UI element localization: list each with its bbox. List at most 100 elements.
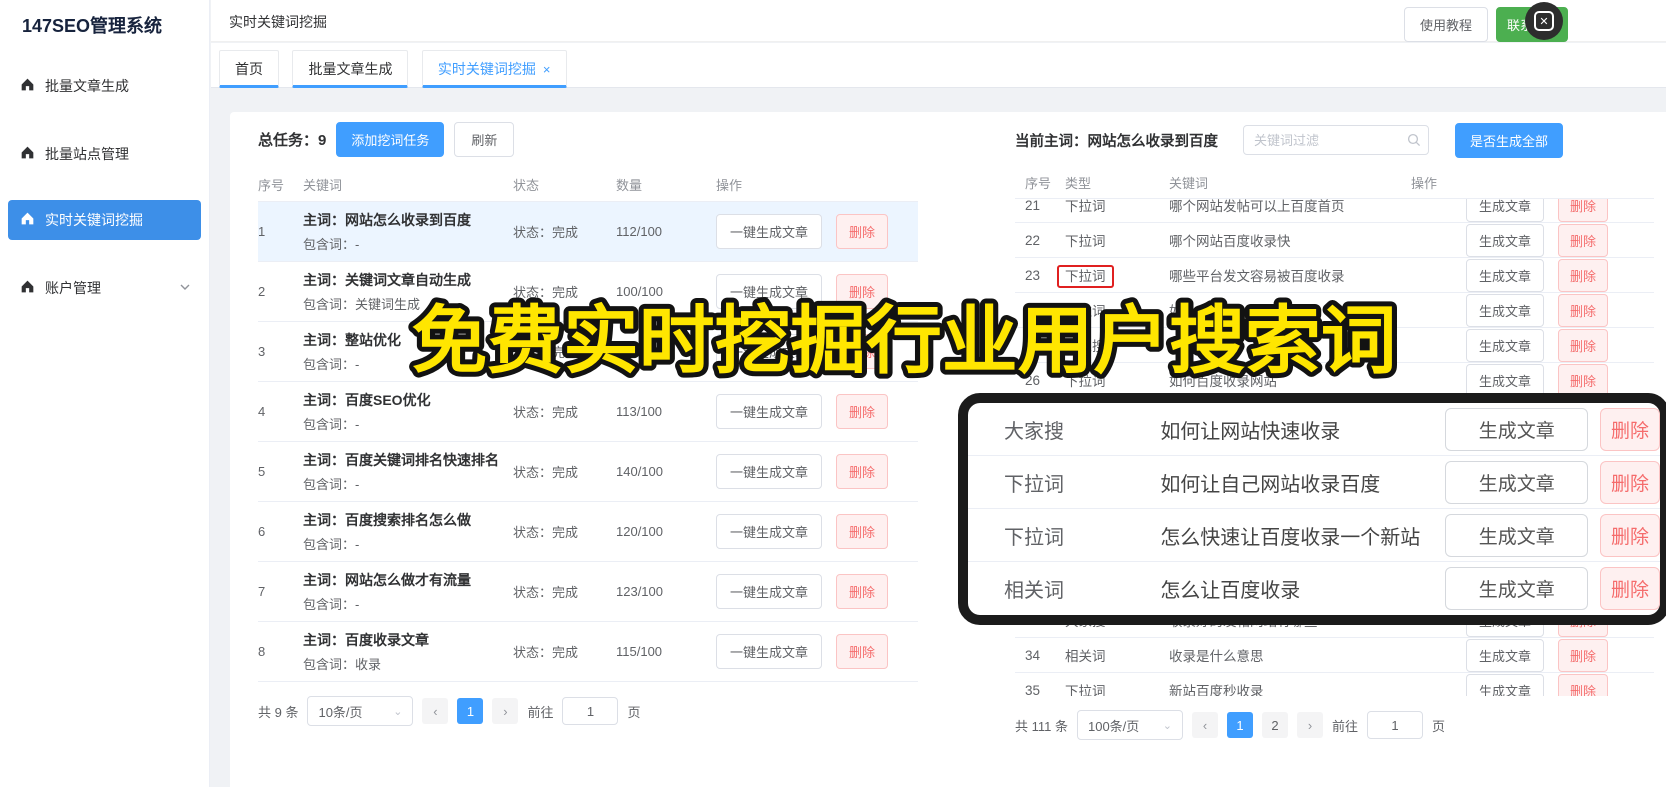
refresh-button[interactable]: 刷新 (454, 121, 515, 157)
delete-button[interactable]: 删除 (836, 394, 889, 429)
page-size-select[interactable]: 10条/页 ⌄ (307, 696, 414, 726)
delete-button[interactable]: 删除 (836, 514, 889, 549)
goto-label: 前往 (527, 704, 554, 720)
floating-widget-icon[interactable]: ✕ (1525, 2, 1563, 40)
add-task-button[interactable]: 添加挖词任务 (336, 121, 445, 157)
generate-articles-button[interactable]: 一键生成文章 (716, 334, 823, 369)
sidebar-item-account[interactable]: 账户管理 (8, 268, 201, 308)
topbar: 实时关键词挖掘 使用教程 联系 (211, 0, 1666, 42)
delete-button: 删除 (1599, 407, 1660, 451)
delete-button[interactable]: 删除 (1557, 293, 1608, 327)
generate-article-button: 生成文章 (1445, 407, 1588, 451)
delete-button: 删除 (1599, 460, 1660, 504)
generate-articles-button[interactable]: 一键生成文章 (716, 274, 823, 309)
goto-page-input[interactable] (562, 697, 619, 725)
task-pagination: 共 9 条 10条/页 ⌄ ‹ 1 › 前往 页 (258, 696, 918, 726)
keyword-filter-input[interactable] (1243, 125, 1429, 155)
tab-close-icon[interactable]: × (543, 62, 551, 77)
sidebar-item-label: 批量文章生成 (45, 78, 129, 94)
delete-button[interactable]: 删除 (1557, 673, 1608, 696)
goto-page-input[interactable] (1367, 711, 1423, 739)
total-count: 共 111 条 (1015, 718, 1068, 734)
inset-row: 相关词 怎么让百度收录 生成文章 删除 (968, 562, 1660, 615)
table-row[interactable]: 5 主词：百度关键词排名快速排名 包含词：- 状态：完成 140/100 一键生成… (258, 442, 918, 502)
delete-button[interactable]: 删除 (1557, 223, 1608, 257)
table-row[interactable]: 8 主词：百度收录文章 包含词：收录 状态：完成 115/100 一键生成文章 删除 (258, 622, 918, 682)
delete-button[interactable]: 删除 (836, 214, 889, 249)
generate-articles-button[interactable]: 一键生成文章 (716, 634, 823, 669)
generate-article-button[interactable]: 生成文章 (1465, 328, 1544, 362)
tab-keyword-mining[interactable]: 实时关键词挖掘 × (421, 50, 567, 88)
tab-home[interactable]: 首页 (219, 50, 279, 88)
table-row[interactable]: 24 下拉词 如 生成文章 删除 (1015, 293, 1654, 328)
keyword-text: 怎么快速让百度收录一个新站 (1160, 526, 1421, 549)
generate-articles-button[interactable]: 一键生成文章 (716, 574, 823, 609)
generate-article-button[interactable]: 生成文章 (1465, 258, 1544, 292)
generate-article-button[interactable]: 生成文章 (1465, 638, 1544, 672)
table-row[interactable]: 25 大家搜 生成文章 删除 (1015, 328, 1654, 363)
prev-page-button[interactable]: ‹ (422, 698, 449, 724)
page-button-2[interactable]: 2 (1261, 712, 1288, 738)
delete-button[interactable]: 删除 (1557, 363, 1608, 397)
page-size-select[interactable]: 100条/页 ⌄ (1076, 710, 1183, 740)
generate-articles-button[interactable]: 一键生成文章 (716, 214, 823, 249)
delete-button[interactable]: 删除 (836, 274, 889, 309)
delete-button[interactable]: 删除 (836, 454, 889, 489)
task-main-word: 主词：网站怎么做才有流量 (303, 572, 471, 588)
task-main-word: 主词：百度收录文章 (303, 632, 429, 648)
prev-page-button[interactable]: ‹ (1191, 712, 1218, 738)
sidebar-item-article-batch[interactable]: 批量文章生成 (8, 66, 201, 106)
task-qty: 123/100 (616, 584, 663, 599)
page-button-1[interactable]: 1 (1226, 712, 1253, 738)
generate-article-button[interactable]: 生成文章 (1465, 293, 1544, 327)
page-button-1[interactable]: 1 (457, 698, 484, 724)
generate-all-button[interactable]: 是否生成全部 (1455, 122, 1564, 158)
generate-articles-button[interactable]: 一键生成文章 (716, 514, 823, 549)
generate-article-button[interactable]: 生成文章 (1465, 199, 1544, 222)
table-row[interactable]: 7 主词：网站怎么做才有流量 包含词：- 状态：完成 123/100 一键生成文章… (258, 562, 918, 622)
delete-button[interactable]: 删除 (1557, 638, 1608, 672)
clipped-row-wrap: 21 下拉词 哪个网站发帖可以上百度首页 生成文章 删除 (1015, 199, 1654, 223)
generate-article-button[interactable]: 生成文章 (1465, 223, 1544, 257)
keyword-type: 下拉词 (1004, 473, 1064, 496)
delete-button[interactable]: 删除 (1557, 258, 1608, 292)
sidebar-item-site-batch[interactable]: 批量站点管理 (8, 134, 201, 174)
next-page-button[interactable]: › (492, 698, 519, 724)
home-icon (20, 211, 35, 229)
table-row[interactable]: 35 下拉词 新站百度秒收录 生成文章 删除 (1015, 673, 1654, 696)
delete-button: 删除 (1599, 567, 1660, 610)
table-row[interactable]: 6 主词：百度搜索排名怎么做 包含词：- 状态：完成 120/100 一键生成文章… (258, 502, 918, 562)
table-row[interactable]: 21 下拉词 哪个网站发帖可以上百度首页 生成文章 删除 (1015, 199, 1654, 223)
table-row[interactable]: 22 下拉词 哪个网站百度收录快 生成文章 删除 (1015, 223, 1654, 258)
task-include-word: 包含词：- (303, 417, 360, 432)
table-row[interactable]: 4 主词：百度SEO优化 包含词：- 状态：完成 113/100 一键生成文章 删除 (258, 382, 918, 442)
task-include-word: 包含词：关键词生成 (303, 297, 421, 312)
help-button[interactable]: 使用教程 (1403, 7, 1488, 42)
delete-button[interactable]: 删除 (836, 574, 889, 609)
delete-button[interactable]: 删除 (1557, 199, 1608, 222)
sidebar-item-keyword-mining[interactable]: 实时关键词挖掘 (8, 200, 201, 240)
type-highlight-box: 下拉词 (1057, 265, 1114, 288)
delete-button[interactable]: 删除 (836, 334, 889, 369)
table-row[interactable]: 1 主词：网站怎么收录到百度 包含词：- 状态：完成 112/100 一键生成文章… (258, 202, 918, 262)
table-row[interactable]: 34 相关词 收录是什么意思 生成文章 删除 (1015, 638, 1654, 673)
delete-button[interactable]: 删除 (1557, 328, 1608, 362)
sidebar-item-label: 批量站点管理 (45, 146, 129, 162)
tab-article-batch[interactable]: 批量文章生成 (292, 50, 409, 88)
keyword-text: 如何让网站快速收录 (1160, 420, 1341, 443)
keyword-type: 下拉词 (1065, 374, 1106, 389)
next-page-button[interactable]: › (1296, 712, 1323, 738)
chevron-down-icon: ⌄ (1162, 719, 1172, 732)
table-row[interactable]: 3 主词：整站优化 包含词：- 状态：完成 一键生成文章 删除 (258, 322, 918, 382)
generate-article-button[interactable]: 生成文章 (1465, 673, 1544, 696)
sidebar-item-label: 实时关键词挖掘 (45, 212, 143, 228)
generate-article-button[interactable]: 生成文章 (1465, 363, 1544, 397)
keyword-filter (1243, 125, 1429, 155)
table-row[interactable]: 2 主词：关键词文章自动生成 包含词：关键词生成 状态：完成 100/100 一键… (258, 262, 918, 322)
inset-row: 下拉词 怎么快速让百度收录一个新站 生成文章 删除 (968, 509, 1660, 562)
generate-articles-button[interactable]: 一键生成文章 (716, 454, 823, 489)
delete-button[interactable]: 删除 (836, 634, 889, 669)
task-qty: 120/100 (616, 524, 663, 539)
table-row[interactable]: 23 下拉词 哪些平台发文容易被百度收录 生成文章 删除 (1015, 258, 1654, 293)
generate-articles-button[interactable]: 一键生成文章 (716, 394, 823, 429)
